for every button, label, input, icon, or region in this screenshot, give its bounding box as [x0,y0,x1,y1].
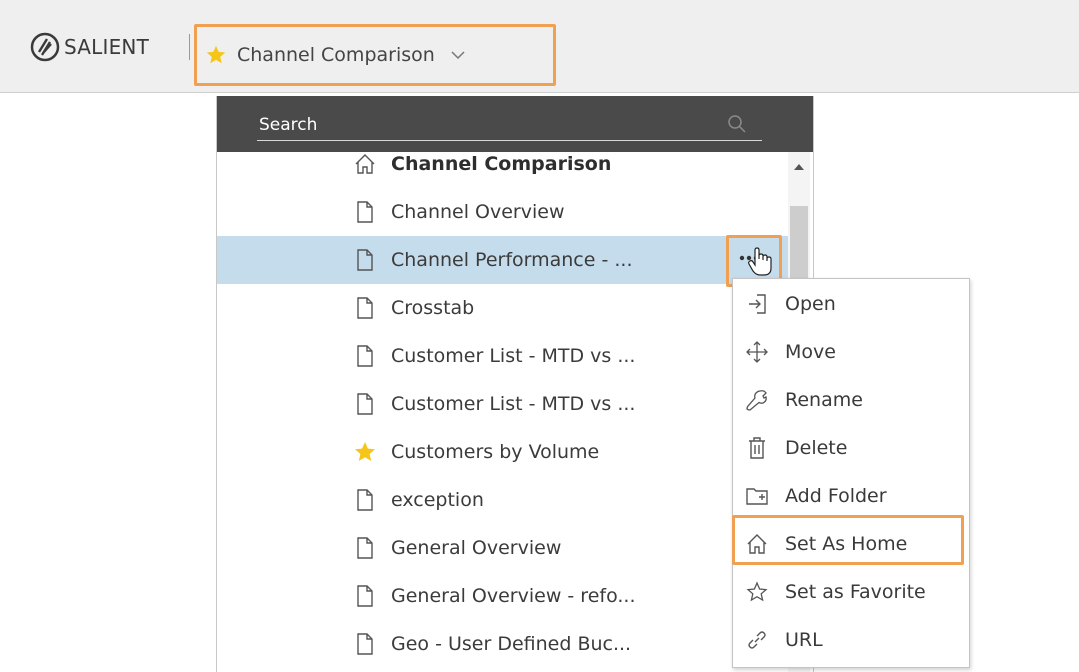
chevron-down-icon [451,51,465,60]
salient-logo-icon [30,32,60,62]
folder-add-icon [746,488,768,505]
menu-item-rename[interactable]: Rename [733,377,969,423]
move-icon [746,341,768,363]
list-item-label: Channel Comparison [391,153,612,175]
document-icon [357,297,373,319]
brand-name: SALIENT [64,35,150,59]
document-icon [357,585,373,607]
menu-item-label: Add Folder [785,485,887,507]
current-dashboard-title: Channel Comparison [237,44,435,66]
document-icon [357,201,373,223]
hand-cursor-icon [748,247,772,276]
document-icon [357,537,373,559]
list-item[interactable]: Customer List - MTD vs ... [217,332,788,380]
list-item[interactable]: General Overview - refo... [217,572,788,620]
document-icon [357,489,373,511]
menu-item-open[interactable]: Open [733,281,969,327]
search-input[interactable] [257,110,762,141]
trash-icon [749,437,765,459]
list-item-label: Customers by Volume [391,441,600,463]
list-item[interactable]: General Overview [217,524,788,572]
favorite-star-icon [206,45,226,64]
document-icon [357,393,373,415]
list-item[interactable]: Customers by Volume [217,428,788,476]
menu-item-label: Set as Favorite [785,581,926,603]
salient-logo[interactable]: SALIENT [30,31,149,63]
menu-item-delete[interactable]: Delete [733,425,969,471]
divider [189,34,190,60]
star-icon [355,442,375,461]
menu-item-url[interactable]: URL [733,617,969,663]
menu-item-label: Rename [785,389,863,411]
menu-item-label: URL [785,629,823,651]
list-item-selected[interactable]: Channel Performance - ... [217,236,788,284]
list-item[interactable]: Crosstab [217,284,788,332]
search-icon[interactable] [727,114,747,134]
home-icon [355,154,375,174]
link-icon [748,631,766,649]
list-item-label: Customer List - MTD vs ... [391,345,636,367]
list-item-label: Channel Overview [391,201,565,223]
document-icon [357,249,373,271]
menu-item-label: Move [785,341,836,363]
list-item[interactable]: exception [217,476,788,524]
wrench-icon [746,390,767,411]
menu-item-add-folder[interactable]: Add Folder [733,473,969,519]
list-item[interactable]: Customer List - MTD vs ... [217,380,788,428]
open-icon [749,294,766,314]
list-item-label: Geo - User Defined Buc... [391,633,632,655]
list-item[interactable]: Channel Comparison [217,140,788,188]
context-menu: Open Move Rename Delete Add Folder Set A… [732,278,970,668]
menu-item-label: Delete [785,437,848,459]
scroll-up-arrow-icon[interactable] [793,162,805,172]
menu-item-label: Open [785,293,836,315]
list-item-label: Channel Performance - ... [391,249,633,271]
menu-item-set-as-favorite[interactable]: Set as Favorite [733,569,969,615]
menu-item-move[interactable]: Move [733,329,969,375]
dashboard-selector[interactable]: Channel Comparison [194,24,556,86]
list-item[interactable]: Geo - User Defined Buc... [217,620,788,668]
list-item-label: General Overview - refo... [391,585,636,607]
list-item-label: General Overview [391,537,562,559]
list-item-label: Crosstab [391,297,475,319]
document-icon [357,345,373,367]
dashboard-dropdown: Channel Comparison Channel Overview Chan… [216,96,814,672]
list-item-label: exception [391,489,484,511]
top-bar: SALIENT Channel Comparison [0,0,1079,93]
star-outline-icon [746,581,768,602]
document-icon [357,633,373,655]
list-item-label: Customer List - MTD vs ... [391,393,636,415]
list-item[interactable]: Channel Overview [217,188,788,236]
set-as-home-highlight [732,515,964,565]
